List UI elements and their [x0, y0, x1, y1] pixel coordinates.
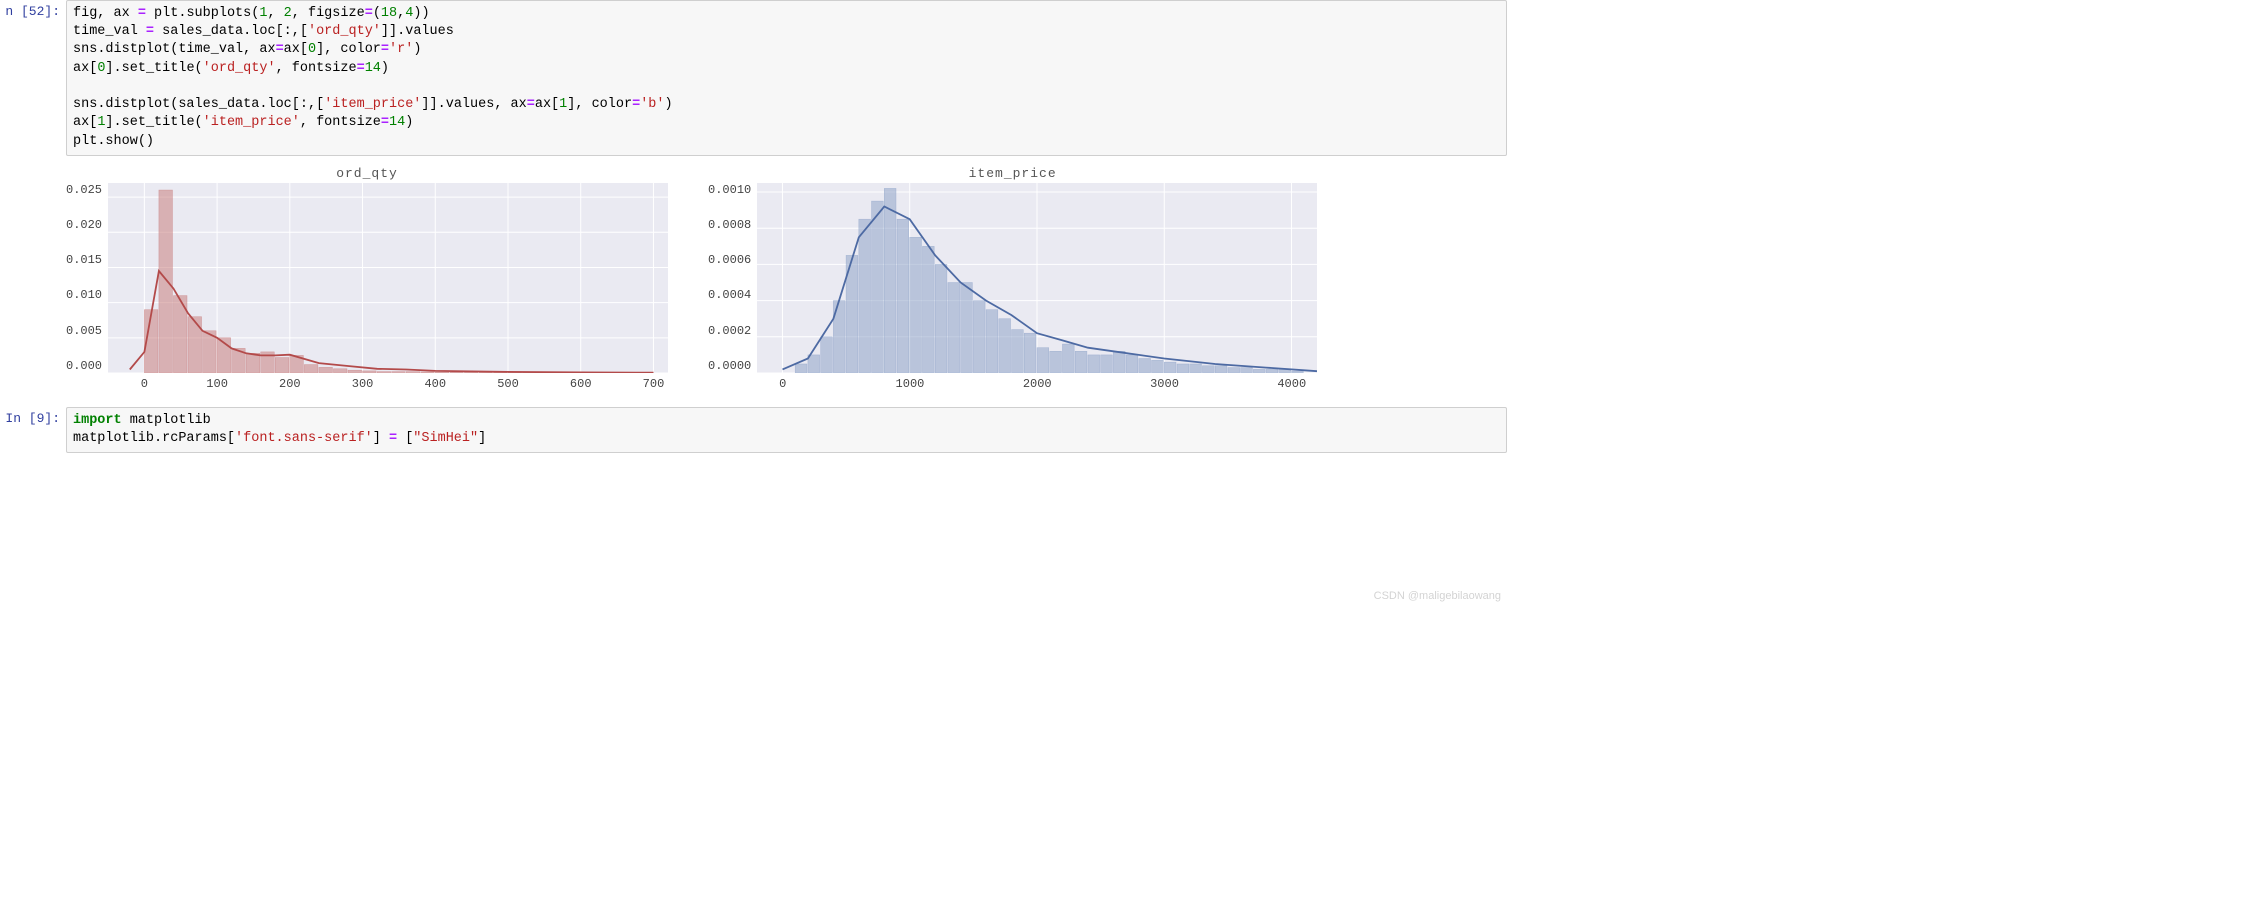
x-tick-label: 700 — [643, 377, 665, 391]
chart-title: ord_qty — [66, 166, 668, 181]
input-prompt: In [9]: — [0, 407, 66, 453]
code-input-52[interactable]: fig, ax = plt.subplots(1, 2, figsize=(18… — [66, 0, 1507, 156]
x-tick-label: 600 — [570, 377, 592, 391]
code-input-9[interactable]: import matplotlib matplotlib.rcParams['f… — [66, 407, 1507, 453]
plot-area — [108, 183, 668, 373]
x-tick-label: 500 — [497, 377, 519, 391]
y-tick-label: 0.015 — [66, 253, 102, 267]
x-axis-labels: 0 100 200 300 400 500 600 700 — [108, 373, 668, 393]
cell-52-output: ord_qty 0.025 0.020 0.015 0.010 0.005 0.000 0… — [66, 160, 1507, 407]
y-tick-label: 0.020 — [66, 218, 102, 232]
x-tick-label: 400 — [424, 377, 446, 391]
input-prompt: n [52]: — [0, 0, 66, 156]
chart-ord-qty: ord_qty 0.025 0.020 0.015 0.010 0.005 0.000 0… — [66, 166, 668, 393]
chart-item-price: item_price 0.0010 0.0008 0.0006 0.0004 0.000… — [708, 166, 1317, 393]
y-tick-label: 0.0008 — [708, 218, 751, 232]
x-tick-label: 300 — [352, 377, 374, 391]
y-tick-label: 0.000 — [66, 359, 102, 373]
x-axis-labels: 0 1000 2000 3000 4000 — [757, 373, 1317, 393]
y-axis-labels: 0.0010 0.0008 0.0006 0.0004 0.0002 0.0000 — [708, 183, 757, 373]
x-tick-label: 2000 — [1023, 377, 1052, 391]
code-cell-52: n [52]: fig, ax = plt.subplots(1, 2, fig… — [0, 0, 1507, 156]
plot-area — [757, 183, 1317, 373]
chart-title: item_price — [708, 166, 1317, 181]
y-tick-label: 0.0002 — [708, 324, 751, 338]
x-tick-label: 1000 — [896, 377, 925, 391]
x-tick-label: 200 — [279, 377, 301, 391]
y-tick-label: 0.0010 — [708, 183, 751, 197]
y-tick-label: 0.025 — [66, 183, 102, 197]
watermark: CSDN @maligebilaowang — [1374, 590, 1501, 602]
x-tick-label: 0 — [779, 377, 786, 391]
x-tick-label: 0 — [141, 377, 148, 391]
x-tick-label: 3000 — [1150, 377, 1179, 391]
x-tick-label: 100 — [206, 377, 228, 391]
y-axis-labels: 0.025 0.020 0.015 0.010 0.005 0.000 — [66, 183, 108, 373]
y-tick-label: 0.0006 — [708, 253, 751, 267]
y-tick-label: 0.0004 — [708, 288, 751, 302]
x-tick-label: 4000 — [1277, 377, 1306, 391]
y-tick-label: 0.005 — [66, 324, 102, 338]
notebook: n [52]: fig, ax = plt.subplots(1, 2, fig… — [0, 0, 1507, 604]
y-tick-label: 0.010 — [66, 288, 102, 302]
code-cell-9: In [9]: import matplotlib matplotlib.rcP… — [0, 407, 1507, 453]
y-tick-label: 0.0000 — [708, 359, 751, 373]
